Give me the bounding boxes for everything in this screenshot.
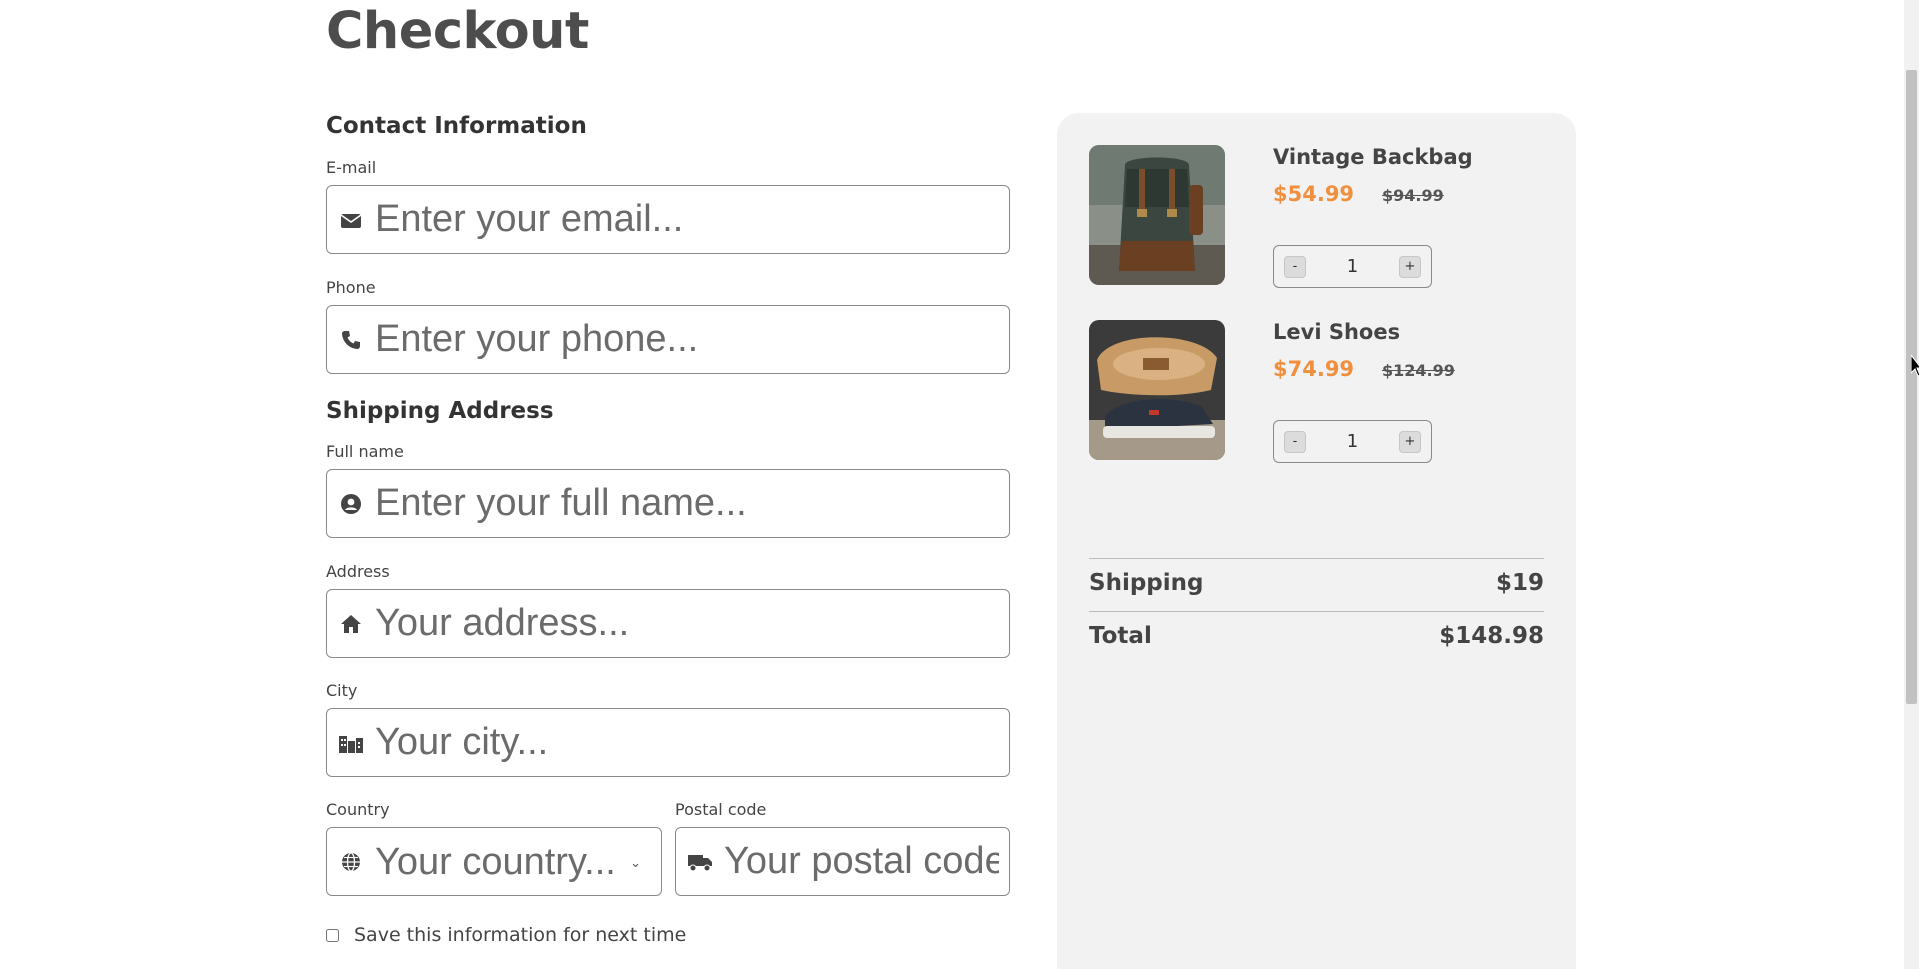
decrease-qty-button[interactable]: - (1284, 255, 1306, 278)
postal-label: Postal code (675, 800, 767, 819)
country-select[interactable]: Your country... (375, 828, 661, 895)
total-row: Total $148.98 (1089, 623, 1544, 649)
quantity-stepper: - 1 + (1273, 420, 1432, 463)
postal-field[interactable] (675, 827, 1010, 896)
city-input[interactable] (375, 709, 1009, 776)
email-input[interactable] (375, 186, 1009, 253)
shipping-section-title: Shipping Address (326, 398, 554, 424)
city-field[interactable] (326, 708, 1010, 777)
postal-input[interactable] (724, 828, 1009, 895)
decrease-qty-button[interactable]: - (1284, 430, 1306, 453)
save-info-row[interactable]: Save this information for next time (326, 924, 686, 946)
increase-qty-button[interactable]: + (1398, 255, 1421, 278)
shipping-label: Shipping (1089, 570, 1204, 596)
mouse-cursor-icon (1910, 353, 1919, 381)
save-info-label: Save this information for next time (354, 924, 687, 946)
phone-icon (327, 330, 375, 350)
city-buildings-icon (327, 733, 375, 753)
divider (1089, 611, 1544, 612)
truck-icon (676, 852, 724, 872)
shipping-row: Shipping $19 (1089, 570, 1544, 596)
divider (1089, 558, 1544, 559)
phone-field[interactable] (326, 305, 1010, 374)
item-price: $54.99 (1273, 182, 1355, 206)
scrollbar[interactable] (1904, 0, 1919, 969)
quantity-value[interactable]: 1 (1347, 431, 1358, 452)
item-price: $74.99 (1273, 357, 1355, 381)
quantity-value[interactable]: 1 (1347, 256, 1358, 277)
item-old-price: $94.99 (1382, 186, 1444, 205)
increase-qty-button[interactable]: + (1398, 430, 1421, 453)
user-circle-icon (327, 493, 375, 514)
total-value: $148.98 (1439, 623, 1544, 649)
home-icon (327, 614, 375, 634)
address-field[interactable] (326, 589, 1010, 658)
item-old-price: $124.99 (1382, 361, 1455, 380)
save-info-checkbox[interactable] (326, 928, 339, 942)
quantity-stepper: - 1 + (1273, 245, 1432, 288)
email-field[interactable] (326, 185, 1010, 254)
page-title: Checkout (326, 2, 589, 61)
envelope-icon (327, 212, 375, 228)
globe-icon (327, 851, 375, 872)
city-label: City (326, 681, 358, 700)
country-label: Country (326, 800, 390, 819)
total-label: Total (1089, 623, 1152, 649)
cart-item: Vintage Backbag $54.99 $94.99 - 1 + (1089, 145, 1549, 288)
cart-item: Levi Shoes $74.99 $124.99 - 1 + (1089, 320, 1549, 463)
chevron-down-icon: ⌄ (630, 856, 641, 871)
item-name: Levi Shoes (1273, 320, 1401, 344)
shoes-image (1089, 320, 1225, 460)
backpack-image (1089, 145, 1225, 285)
phone-label: Phone (326, 278, 376, 297)
order-summary: Vintage Backbag $54.99 $94.99 - 1 + Levi… (1057, 113, 1576, 969)
item-name: Vintage Backbag (1273, 145, 1473, 169)
fullname-label: Full name (326, 442, 404, 461)
scrollbar-thumb[interactable] (1906, 70, 1917, 704)
phone-input[interactable] (375, 306, 1009, 373)
shipping-value: $19 (1495, 570, 1544, 596)
address-label: Address (326, 562, 390, 581)
address-input[interactable] (375, 590, 1009, 657)
fullname-input[interactable] (375, 470, 1009, 537)
contact-section-title: Contact Information (326, 113, 587, 139)
fullname-field[interactable] (326, 469, 1010, 538)
country-field[interactable]: Your country... ⌄ (326, 827, 662, 896)
email-label: E-mail (326, 158, 377, 177)
